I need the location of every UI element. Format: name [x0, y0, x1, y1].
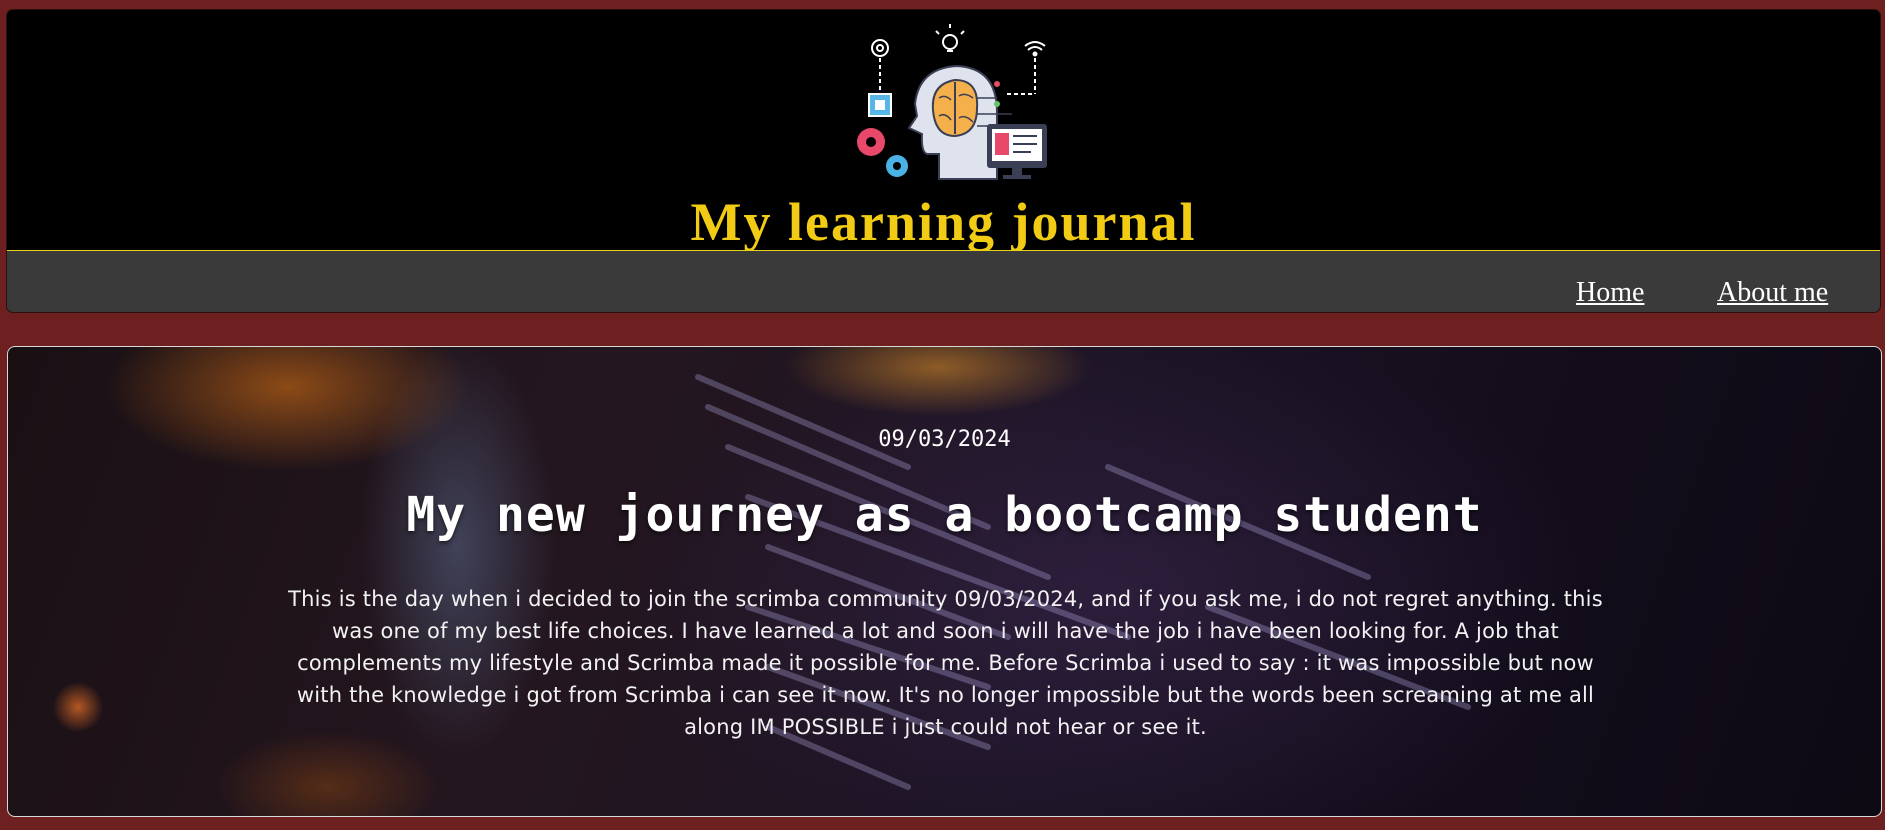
gear-outline-icon [871, 39, 889, 57]
ai-brain-head-icon [847, 24, 1057, 184]
post-body: This is the day when i decided to join t… [288, 587, 1603, 739]
post-date: 09/03/2024 [878, 427, 1011, 452]
site-header: My learning journal Home About me [7, 10, 1880, 312]
nav-link-home[interactable]: Home [1576, 277, 1644, 309]
code-background-image [695, 374, 1471, 790]
nav-link-about-me[interactable]: About me [1717, 277, 1828, 309]
featured-post[interactable]: 09/03/2024 My new journey as a bootcamp … [7, 346, 1882, 817]
site-title: My learning journal [690, 192, 1197, 252]
nav-bar: Home About me [7, 250, 1880, 312]
blue-gear-icon [886, 155, 908, 177]
post-title: My new journey as a bootcamp student [406, 487, 1483, 543]
pink-gear-icon [857, 128, 885, 156]
